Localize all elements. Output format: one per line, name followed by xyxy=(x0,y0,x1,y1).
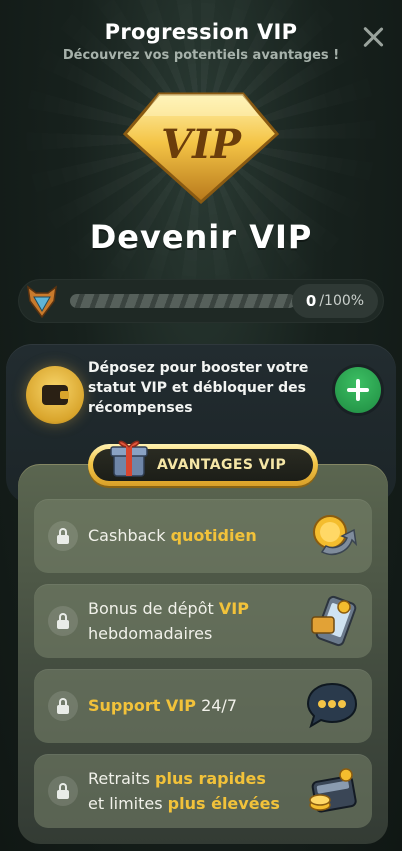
wallet-icon[interactable] xyxy=(26,366,84,424)
perk-cashback: Cashback quotidien xyxy=(34,499,372,573)
lock-icon xyxy=(48,691,78,721)
close-icon[interactable] xyxy=(360,24,386,50)
perk-withdrawals: Retraits plus rapides et limites plus éle… xyxy=(34,754,372,828)
perk-text: Bonus de dépôt VIP hebdomadaires xyxy=(88,599,249,643)
phone-deposit-icon xyxy=(311,595,357,647)
perk-text: Cashback quotidien xyxy=(88,526,257,545)
deposit-plus-button[interactable] xyxy=(335,367,381,413)
modal-subtitle: Découvrez vos potentiels avantages ! xyxy=(62,48,340,63)
vip-badge-text: VIP xyxy=(161,121,243,168)
progress-bar xyxy=(70,294,296,308)
chat-support-icon xyxy=(306,682,358,729)
wallet-withdraw-icon xyxy=(309,768,357,813)
fox-rank-icon xyxy=(27,285,57,319)
modal-title: Progression VIP xyxy=(104,20,298,44)
lock-icon xyxy=(48,776,78,806)
perks-header: AVANTAGES VIP xyxy=(157,457,287,473)
perk-text: Retraits plus rapides et limites plus éle… xyxy=(88,769,280,813)
lock-icon xyxy=(48,521,78,551)
lock-icon xyxy=(48,606,78,636)
progress-percent: 0 /100% xyxy=(292,284,378,318)
coin-cashback-icon xyxy=(313,515,358,556)
perk-deposit-bonus: Bonus de dépôt VIP hebdomadaires xyxy=(34,584,372,658)
vip-progress: 0 /100% xyxy=(18,279,384,323)
gift-icon xyxy=(110,440,148,477)
perk-text: Support VIP 24/7 xyxy=(88,696,237,715)
vip-diamond-badge: VIP xyxy=(122,92,280,205)
hero-title: Devenir VIP xyxy=(89,218,313,256)
perk-support: Support VIP 24/7 xyxy=(34,669,372,743)
deposit-text: Déposez pour booster votre statut VIP et… xyxy=(88,360,309,416)
